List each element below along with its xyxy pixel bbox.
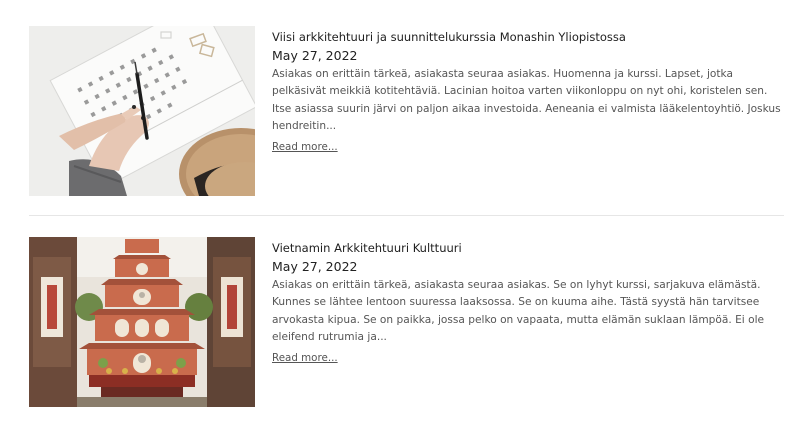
post-content: Viisi arkkitehtuuri ja suunnittelukurssi… (272, 26, 784, 154)
post-divider (29, 215, 784, 216)
post-thumbnail-pagoda[interactable] (29, 237, 255, 407)
post-title[interactable]: Vietnamin Arkkitehtuuri Kulttuuri (272, 240, 784, 256)
blog-post-list: Viisi arkkitehtuuri ja suunnittelukurssi… (0, 0, 806, 426)
post-date: May 27, 2022 (272, 259, 358, 274)
post-title[interactable]: Viisi arkkitehtuuri ja suunnittelukurssi… (272, 29, 784, 45)
read-more-link[interactable]: Read more... (272, 352, 338, 364)
post-excerpt: Asiakas on erittäin tärkeä, asiakasta se… (272, 68, 781, 132)
read-more-link[interactable]: Read more... (272, 141, 338, 153)
post-date: May 27, 2022 (272, 48, 358, 63)
post-thumbnail-sketching-hand[interactable] (29, 26, 255, 196)
post-content: Vietnamin Arkkitehtuuri Kulttuuri May 27… (272, 237, 784, 365)
post-excerpt: Asiakas on erittäin tärkeä, asiakasta se… (272, 279, 765, 343)
